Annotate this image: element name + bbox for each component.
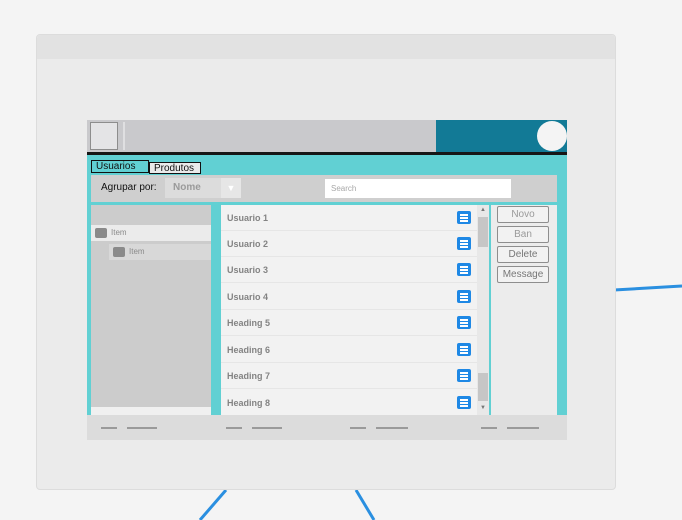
logo-placeholder [90, 122, 118, 150]
list-menu-icon[interactable] [457, 263, 471, 276]
tree-item[interactable]: Item [109, 244, 211, 260]
list-item[interactable]: Usuario 4 [221, 284, 489, 310]
list-item[interactable]: Usuario 1 [221, 205, 489, 231]
list-item-label: Usuario 2 [227, 239, 269, 249]
list-item[interactable]: Usuario 2 [221, 231, 489, 257]
card-header [37, 35, 615, 59]
footer-placeholder-line [376, 427, 408, 429]
tab-produtos[interactable]: Produtos [149, 162, 201, 174]
list-item[interactable]: Heading 6 [221, 337, 489, 363]
list-menu-icon[interactable] [457, 211, 471, 224]
footer-placeholder-line [350, 427, 366, 429]
list-menu-icon[interactable] [457, 396, 471, 409]
list-item-label: Usuario 4 [227, 292, 269, 302]
search-input[interactable] [325, 179, 511, 198]
footer-placeholder-line [127, 427, 157, 429]
folder-icon [113, 247, 125, 257]
scrollbar-thumb[interactable] [478, 373, 488, 401]
list-item[interactable]: Usuario 3 [221, 257, 489, 283]
top-bar [87, 120, 567, 155]
group-by-select[interactable]: Nome ▼ [165, 178, 241, 198]
footer-placeholder-line [101, 427, 117, 429]
message-button[interactable]: Message [497, 266, 549, 283]
list-item-label: Heading 5 [227, 318, 271, 328]
scroll-down-icon[interactable]: ▼ [477, 403, 489, 413]
user-list: Usuario 1 Usuario 2 Usuario 3 Usuario 4 … [221, 205, 489, 415]
list-item[interactable]: Heading 8 [221, 390, 489, 415]
tree-panel: Item Item [91, 205, 211, 407]
list-menu-icon[interactable] [457, 237, 471, 250]
footer-placeholder-line [507, 427, 539, 429]
footer-placeholder-line [226, 427, 242, 429]
group-by-value: Nome [173, 182, 201, 193]
tree-item-label: Item [111, 228, 127, 237]
list-scrollbar[interactable]: ▲ ▼ [477, 205, 489, 415]
list-item-label: Heading 8 [227, 398, 271, 408]
list-item-label: Heading 7 [227, 371, 271, 381]
scrollbar-thumb[interactable] [478, 217, 488, 247]
list-menu-icon[interactable] [457, 316, 471, 329]
ban-button[interactable]: Ban [497, 226, 549, 243]
footer-placeholder-line [252, 427, 282, 429]
list-item[interactable]: Heading 7 [221, 363, 489, 389]
tree-item-label: Item [129, 247, 145, 256]
list-item-label: Usuario 3 [227, 265, 269, 275]
scroll-up-icon[interactable]: ▲ [477, 205, 489, 215]
list-item-label: Heading 6 [227, 345, 271, 355]
avatar[interactable] [537, 121, 567, 151]
list-menu-icon[interactable] [457, 369, 471, 382]
chevron-down-icon[interactable]: ▼ [221, 178, 241, 198]
folder-icon [95, 228, 107, 238]
group-by-label: Agrupar por: [101, 182, 157, 193]
tree-footer [91, 407, 211, 415]
list-item[interactable]: Heading 5 [221, 310, 489, 336]
filter-bar: Agrupar por: Nome ▼ [91, 175, 557, 202]
footer-bar [87, 415, 567, 440]
actions-panel: Novo Ban Delete Message [491, 205, 557, 415]
app-window: Usuarios Produtos Agrupar por: Nome ▼ It… [87, 120, 567, 440]
list-menu-icon[interactable] [457, 343, 471, 356]
delete-button[interactable]: Delete [497, 246, 549, 263]
list-menu-icon[interactable] [457, 290, 471, 303]
tab-usuarios[interactable]: Usuarios [91, 160, 149, 173]
footer-placeholder-line [481, 427, 497, 429]
novo-button[interactable]: Novo [497, 206, 549, 223]
top-bar-divider [123, 122, 125, 150]
list-item-label: Usuario 1 [227, 213, 269, 223]
tree-item[interactable]: Item [91, 225, 211, 241]
